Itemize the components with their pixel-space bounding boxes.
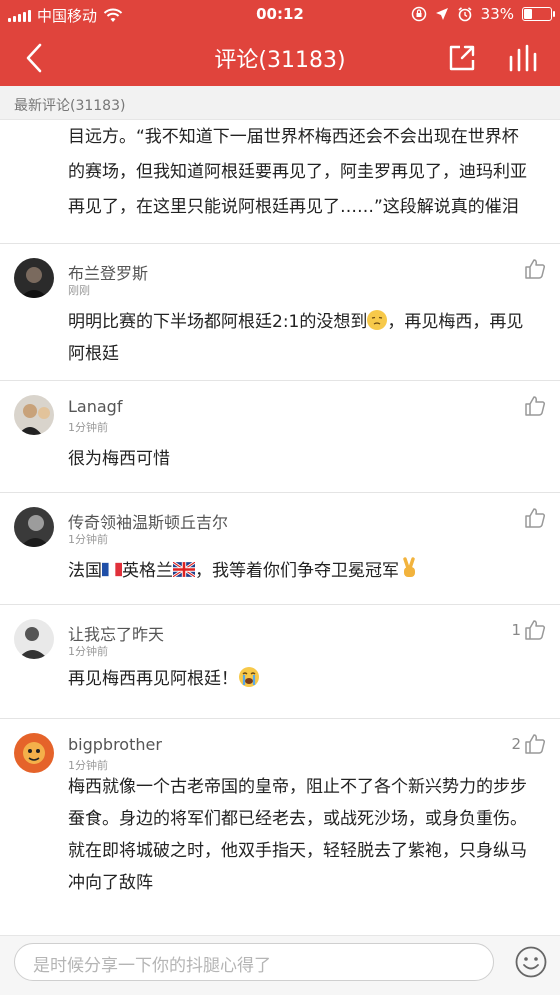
france-flag [102,562,122,577]
thumbs-up-icon [525,620,546,640]
thumbs-up-icon [525,259,546,279]
comment-input-bar: 是时候分享一下你的抖腿心得了 [0,935,560,995]
like-button[interactable]: 2 [511,733,546,755]
avatar[interactable] [14,733,54,773]
comment-time: 1分钟前 [68,533,108,546]
nav-bar: 评论(31183) [0,30,560,86]
comment-text: 目远方。“我不知道下一届世界杯梅西还会不会出现在世界杯的赛场，但我知道阿根廷要再… [68,127,527,217]
alarm-icon [458,7,472,22]
comment-list[interactable]: 目远方。“我不知道下一届世界杯梅西还会不会出现在世界杯的赛场，但我知道阿根廷要再… [0,120,560,935]
orientation-lock-icon [411,6,426,22]
section-label: 最新评论(31183) [14,98,126,114]
avatar[interactable] [14,619,54,659]
list-item[interactable]: bigpbrother 1分钟前 2 梅西就像一个古老帝国的皇帝，阻止不了各个新… [0,718,560,928]
list-item[interactable]: 传奇领袖温斯顿丘吉尔 1分钟前 法国 英格兰 ，我等着你们争夺卫冕冠军 [0,492,560,604]
comment-text: 很为梅西可惜 [68,449,170,469]
like-count: 1 [511,621,521,639]
avatar[interactable] [14,395,54,435]
list-item[interactable]: 让我忘了昨天 1分钟前 1 再见梅西再见阿根廷！ [0,604,560,718]
smiley-face-icon[interactable] [514,945,548,979]
disappointed-face-emoji [367,310,388,330]
like-button[interactable] [521,258,546,280]
comment-text: 明明比赛的下半场都阿根廷2:1的没想到 ，再见梅西，再见阿根廷 [68,310,524,364]
partial-comment: 目远方。“我不知道下一届世界杯梅西还会不会出现在世界杯的赛场，但我知道阿根廷要再… [0,120,560,243]
battery-icon [522,7,555,21]
thumbs-up-icon [525,396,546,416]
share-icon[interactable] [446,42,478,74]
location-icon [435,8,448,20]
comment-author[interactable]: Lanagf [68,397,122,416]
like-button[interactable] [521,395,546,417]
bar-chart-icon[interactable] [506,42,540,74]
like-count: 2 [511,735,521,753]
avatar[interactable] [14,507,54,547]
section-header: 最新评论(31183) [0,86,560,120]
comment-text: 再见梅西再见阿根廷！ [68,663,534,695]
list-item[interactable]: 布兰登罗斯 刚刚 明明比赛的下半场都阿根廷2:1的没想到 ，再见梅西，再见阿根廷 [0,243,560,380]
victory-hand-emoji [403,557,415,577]
like-button[interactable]: 1 [511,619,546,641]
comment-time: 1分钟前 [68,421,108,434]
avatar[interactable] [14,258,54,298]
like-button[interactable] [521,507,546,529]
thumbs-up-icon [525,508,546,528]
uk-flag [172,560,196,579]
comment-author[interactable]: 布兰登罗斯 [68,260,148,284]
comment-input[interactable]: 是时候分享一下你的抖腿心得了 [14,943,494,981]
status-bar: 中国移动 00:12 33% [0,0,560,30]
comment-author[interactable]: 让我忘了昨天 [68,621,164,645]
thumbs-up-icon [525,734,546,754]
comment-text: 梅西就像一个古老帝国的皇帝，阻止不了各个新兴势力的步步蚕食。身边的将军们都已经老… [68,777,527,893]
comment-time: 刚刚 [68,284,90,297]
comment-author[interactable]: bigpbrother [68,735,162,754]
comment-text: 法国 英格兰 ，我等着你们争夺卫冕冠军 [68,555,534,587]
list-item[interactable]: Lanagf 1分钟前 很为梅西可惜 [0,380,560,492]
comment-time: 1分钟前 [68,645,108,658]
battery-percent: 33% [480,5,514,23]
comment-author[interactable]: 传奇领袖温斯顿丘吉尔 [68,509,228,533]
loudly-crying-face-emoji [239,667,259,687]
